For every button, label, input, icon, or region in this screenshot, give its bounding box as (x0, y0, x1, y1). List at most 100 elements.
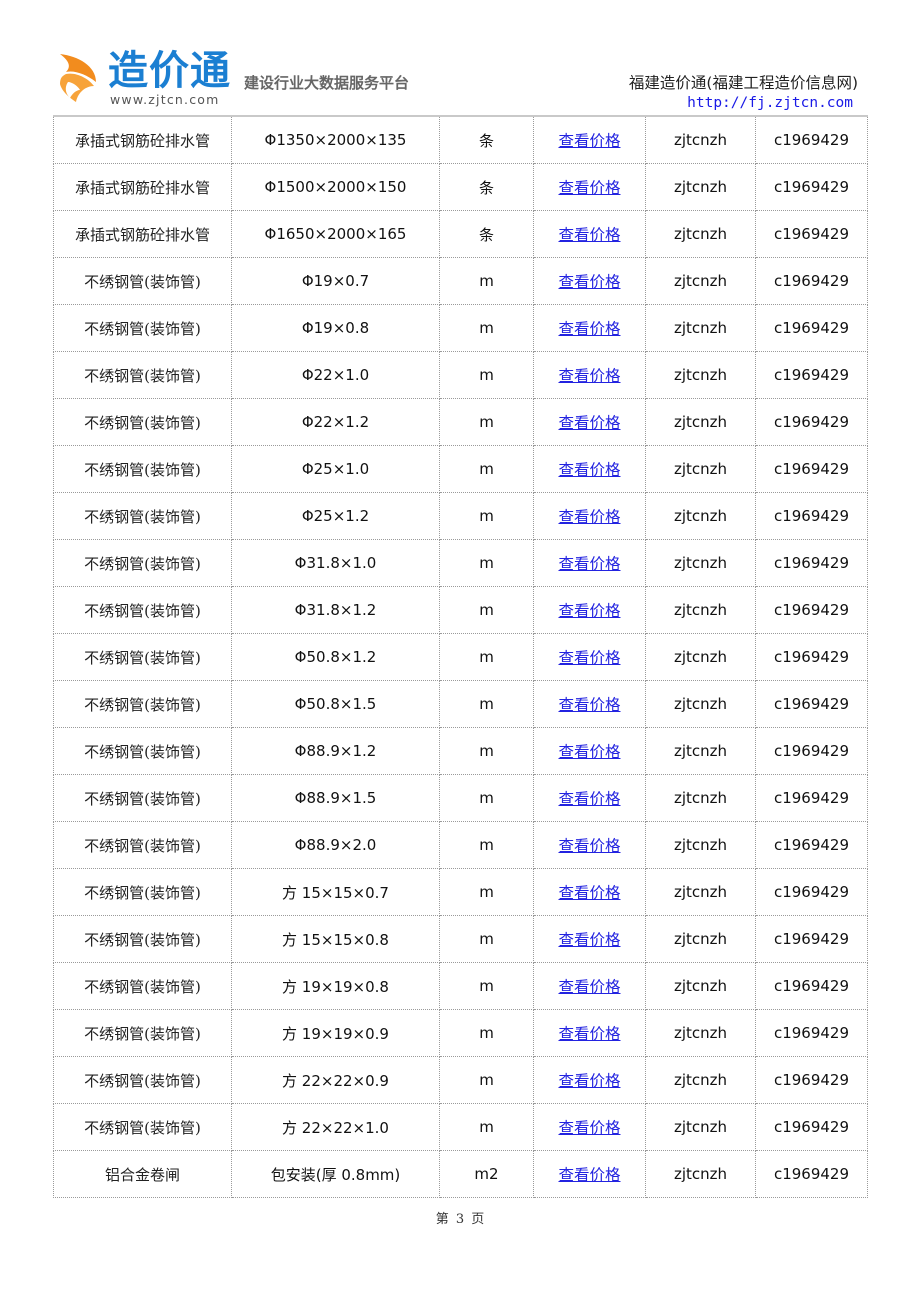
view-price-link[interactable]: 查看价格 (558, 273, 620, 291)
user-cell: zjtcnzh (645, 586, 756, 634)
table-row: 铝合金卷闸 包安装(厚 0.8mm) m2 查看价格 zjtcnzh c1969429 (53, 1150, 868, 1198)
spec-cell: Φ22×1.2 (231, 398, 440, 446)
code-cell: c1969429 (755, 633, 868, 681)
spec-cell: 方 19×19×0.8 (231, 962, 440, 1010)
unit-cell: m (439, 304, 534, 352)
price-link-cell: 查看价格 (533, 962, 646, 1010)
user-cell: zjtcnzh (645, 962, 756, 1010)
price-link-cell: 查看价格 (533, 351, 646, 399)
page-number: 第 3 页 (435, 1212, 485, 1227)
code-cell: c1969429 (755, 915, 868, 963)
view-price-link[interactable]: 查看价格 (558, 978, 620, 996)
table-row: 不绣钢管(装饰管) Φ50.8×1.2 m 查看价格 zjtcnzh c1969429 (53, 633, 868, 681)
table-row: 不绣钢管(装饰管) Φ25×1.2 m 查看价格 zjtcnzh c1969429 (53, 492, 868, 540)
spec-cell: 包安装(厚 0.8mm) (231, 1150, 440, 1198)
view-price-link[interactable]: 查看价格 (558, 602, 620, 620)
price-link-cell: 查看价格 (533, 727, 646, 775)
table-row: 承插式钢筋砼排水管 Φ1500×2000×150 条 查看价格 zjtcnzh c1969… (53, 163, 868, 211)
code-cell: c1969429 (755, 821, 868, 869)
material-name-cell: 不绣钢管(装饰管) (53, 539, 232, 587)
view-price-link[interactable]: 查看价格 (558, 367, 620, 385)
view-price-link[interactable]: 查看价格 (558, 461, 620, 479)
view-price-link[interactable]: 查看价格 (558, 790, 620, 808)
spec-cell: Φ88.9×1.2 (231, 727, 440, 775)
view-price-link[interactable]: 查看价格 (558, 555, 620, 573)
user-cell: zjtcnzh (645, 304, 756, 352)
spec-cell: 方 22×22×0.9 (231, 1056, 440, 1104)
user-cell: zjtcnzh (645, 163, 756, 211)
material-name-cell: 不绣钢管(装饰管) (53, 915, 232, 963)
user-cell: zjtcnzh (645, 915, 756, 963)
code-cell: c1969429 (755, 1103, 868, 1151)
price-link-cell: 查看价格 (533, 915, 646, 963)
code-cell: c1969429 (755, 1150, 868, 1198)
site-logo[interactable]: 造价通 www.zjtcn.com (56, 48, 236, 110)
table-row: 不绣钢管(装饰管) 方 15×15×0.7 m 查看价格 zjtcnzh c1969429 (53, 868, 868, 916)
spec-cell: 方 19×19×0.9 (231, 1009, 440, 1057)
view-price-link[interactable]: 查看价格 (558, 1025, 620, 1043)
unit-cell: m (439, 633, 534, 681)
price-link-cell: 查看价格 (533, 257, 646, 305)
material-name-cell: 不绣钢管(装饰管) (53, 445, 232, 493)
view-price-link[interactable]: 查看价格 (558, 1119, 620, 1137)
unit-cell: m (439, 680, 534, 728)
material-name-cell: 铝合金卷闸 (53, 1150, 232, 1198)
price-link-cell: 查看价格 (533, 492, 646, 540)
spec-cell: 方 15×15×0.7 (231, 868, 440, 916)
price-link-cell: 查看价格 (533, 163, 646, 211)
unit-cell: m (439, 727, 534, 775)
table-row: 不绣钢管(装饰管) 方 19×19×0.9 m 查看价格 zjtcnzh c1969429 (53, 1009, 868, 1057)
code-cell: c1969429 (755, 351, 868, 399)
price-link-cell: 查看价格 (533, 868, 646, 916)
view-price-link[interactable]: 查看价格 (558, 179, 620, 197)
code-cell: c1969429 (755, 680, 868, 728)
user-cell: zjtcnzh (645, 868, 756, 916)
view-price-link[interactable]: 查看价格 (558, 1072, 620, 1090)
view-price-link[interactable]: 查看价格 (558, 649, 620, 667)
table-row: 不绣钢管(装饰管) Φ88.9×1.2 m 查看价格 zjtcnzh c1969429 (53, 727, 868, 775)
view-price-link[interactable]: 查看价格 (558, 226, 620, 244)
view-price-link[interactable]: 查看价格 (558, 837, 620, 855)
material-name-cell: 不绣钢管(装饰管) (53, 586, 232, 634)
price-link-cell: 查看价格 (533, 1056, 646, 1104)
table-row: 承插式钢筋砼排水管 Φ1350×2000×135 条 查看价格 zjtcnzh c1969… (53, 115, 868, 164)
material-name-cell: 不绣钢管(装饰管) (53, 962, 232, 1010)
table-row: 不绣钢管(装饰管) Φ31.8×1.2 m 查看价格 zjtcnzh c1969429 (53, 586, 868, 634)
code-cell: c1969429 (755, 210, 868, 258)
view-price-link[interactable]: 查看价格 (558, 884, 620, 902)
view-price-link[interactable]: 查看价格 (558, 696, 620, 714)
table-row: 不绣钢管(装饰管) Φ88.9×1.5 m 查看价格 zjtcnzh c1969429 (53, 774, 868, 822)
price-link-cell: 查看价格 (533, 1150, 646, 1198)
view-price-link[interactable]: 查看价格 (558, 414, 620, 432)
spec-cell: Φ50.8×1.2 (231, 633, 440, 681)
table-row: 不绣钢管(装饰管) Φ25×1.0 m 查看价格 zjtcnzh c1969429 (53, 445, 868, 493)
view-price-link[interactable]: 查看价格 (558, 931, 620, 949)
user-cell: zjtcnzh (645, 727, 756, 775)
table-row: 不绣钢管(装饰管) Φ50.8×1.5 m 查看价格 zjtcnzh c1969429 (53, 680, 868, 728)
view-price-link[interactable]: 查看价格 (558, 508, 620, 526)
view-price-link[interactable]: 查看价格 (558, 320, 620, 338)
view-price-link[interactable]: 查看价格 (558, 1166, 620, 1184)
user-cell: zjtcnzh (645, 210, 756, 258)
site-url-link[interactable]: http://fj.zjtcn.com (687, 95, 853, 111)
view-price-link[interactable]: 查看价格 (558, 132, 620, 150)
code-cell: c1969429 (755, 1009, 868, 1057)
unit-cell: m (439, 962, 534, 1010)
unit-cell: m2 (439, 1150, 534, 1198)
unit-cell: m (439, 257, 534, 305)
table-row: 不绣钢管(装饰管) 方 22×22×0.9 m 查看价格 zjtcnzh c1969429 (53, 1056, 868, 1104)
unit-cell: 条 (439, 163, 534, 211)
site-title: 福建造价通(福建工程造价信息网) (628, 74, 858, 92)
material-name-cell: 不绣钢管(装饰管) (53, 821, 232, 869)
view-price-link[interactable]: 查看价格 (558, 743, 620, 761)
table-row: 承插式钢筋砼排水管 Φ1650×2000×165 条 查看价格 zjtcnzh c1969… (53, 210, 868, 258)
material-name-cell: 不绣钢管(装饰管) (53, 398, 232, 446)
code-cell: c1969429 (755, 1056, 868, 1104)
user-cell: zjtcnzh (645, 774, 756, 822)
code-cell: c1969429 (755, 774, 868, 822)
code-cell: c1969429 (755, 868, 868, 916)
unit-cell: m (439, 1009, 534, 1057)
code-cell: c1969429 (755, 163, 868, 211)
butterfly-logo-icon (60, 54, 96, 102)
code-cell: c1969429 (755, 586, 868, 634)
